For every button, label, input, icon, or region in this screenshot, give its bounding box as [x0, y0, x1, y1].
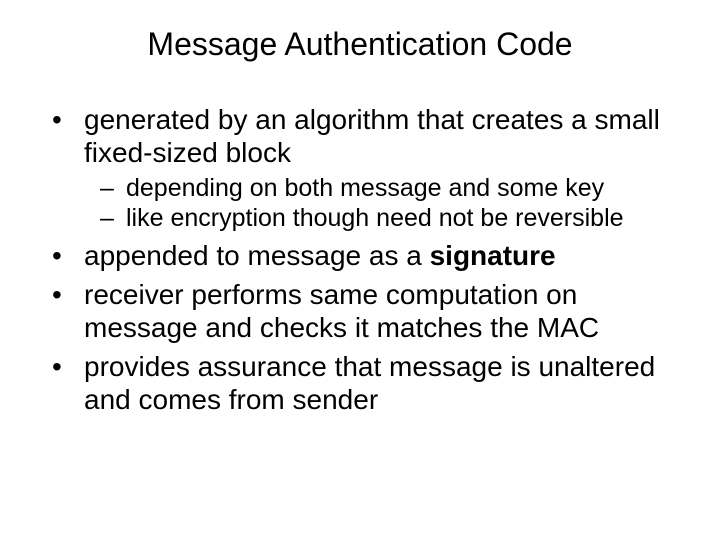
bullet-item: generated by an algorithm that creates a…	[30, 103, 690, 233]
bullet-text: receiver performs same computation on me…	[84, 279, 599, 343]
bullet-text: provides assurance that message is unalt…	[84, 351, 655, 415]
bullet-list: generated by an algorithm that creates a…	[30, 103, 690, 416]
bullet-item: provides assurance that message is unalt…	[30, 350, 690, 416]
sub-bullet-item: depending on both message and some key	[84, 173, 690, 203]
slide-title: Message Authentication Code	[30, 26, 690, 63]
sub-bullet-list: depending on both message and some key l…	[84, 173, 690, 233]
sub-bullet-item: like encryption though need not be rever…	[84, 203, 690, 233]
slide: Message Authentication Code generated by…	[0, 0, 720, 540]
bullet-bold: signature	[430, 240, 556, 271]
bullet-text: generated by an algorithm that creates a…	[84, 104, 660, 168]
bullet-item: appended to message as a signature	[30, 239, 690, 272]
sub-bullet-text: like encryption though need not be rever…	[126, 204, 624, 232]
sub-bullet-text: depending on both message and some key	[126, 174, 604, 202]
bullet-item: receiver performs same computation on me…	[30, 278, 690, 344]
bullet-text: appended to message as a	[84, 240, 430, 271]
